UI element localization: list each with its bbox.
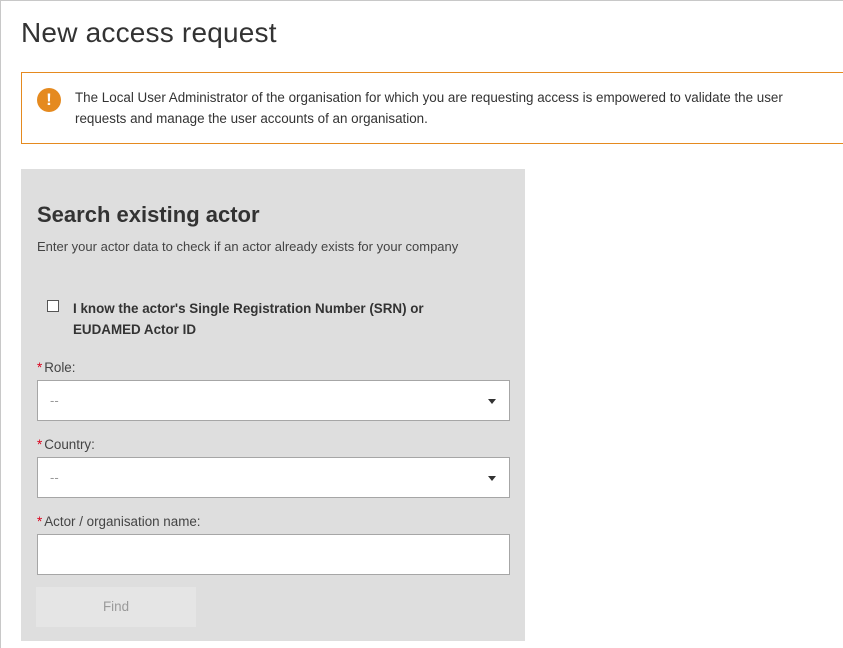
page-title: New access request: [21, 17, 277, 48]
actor-name-label-text: Actor / organisation name:: [44, 514, 201, 529]
chevron-down-icon: [488, 476, 496, 481]
required-marker: *: [37, 514, 43, 529]
actor-name-input[interactable]: [37, 534, 510, 575]
country-label-text: Country:: [44, 437, 95, 452]
notice-box: ! The Local User Administrator of the or…: [21, 72, 843, 144]
panel-subtitle: Enter your actor data to check if an act…: [37, 239, 459, 254]
chevron-down-icon: [488, 399, 496, 404]
required-marker: *: [37, 437, 43, 452]
country-label: * Country:: [37, 437, 95, 452]
find-button[interactable]: Find: [36, 587, 196, 627]
role-select[interactable]: --: [37, 380, 510, 421]
country-select-value: --: [50, 470, 59, 485]
exclamation-circle-icon: !: [37, 88, 61, 112]
required-marker: *: [37, 360, 43, 375]
search-existing-actor-panel: Search existing actor Enter your actor d…: [21, 169, 525, 641]
role-label: * Role:: [37, 360, 75, 375]
country-select[interactable]: --: [37, 457, 510, 498]
role-select-value: --: [50, 393, 59, 408]
app-frame: New access request ! The Local User Admi…: [0, 0, 843, 648]
srn-checkbox-label[interactable]: I know the actor's Single Registration N…: [73, 298, 493, 340]
role-label-text: Role:: [44, 360, 76, 375]
srn-checkbox[interactable]: [47, 300, 59, 312]
panel-title: Search existing actor: [37, 202, 260, 227]
actor-name-label: * Actor / organisation name:: [37, 514, 201, 529]
notice-text: The Local User Administrator of the orga…: [75, 90, 783, 126]
